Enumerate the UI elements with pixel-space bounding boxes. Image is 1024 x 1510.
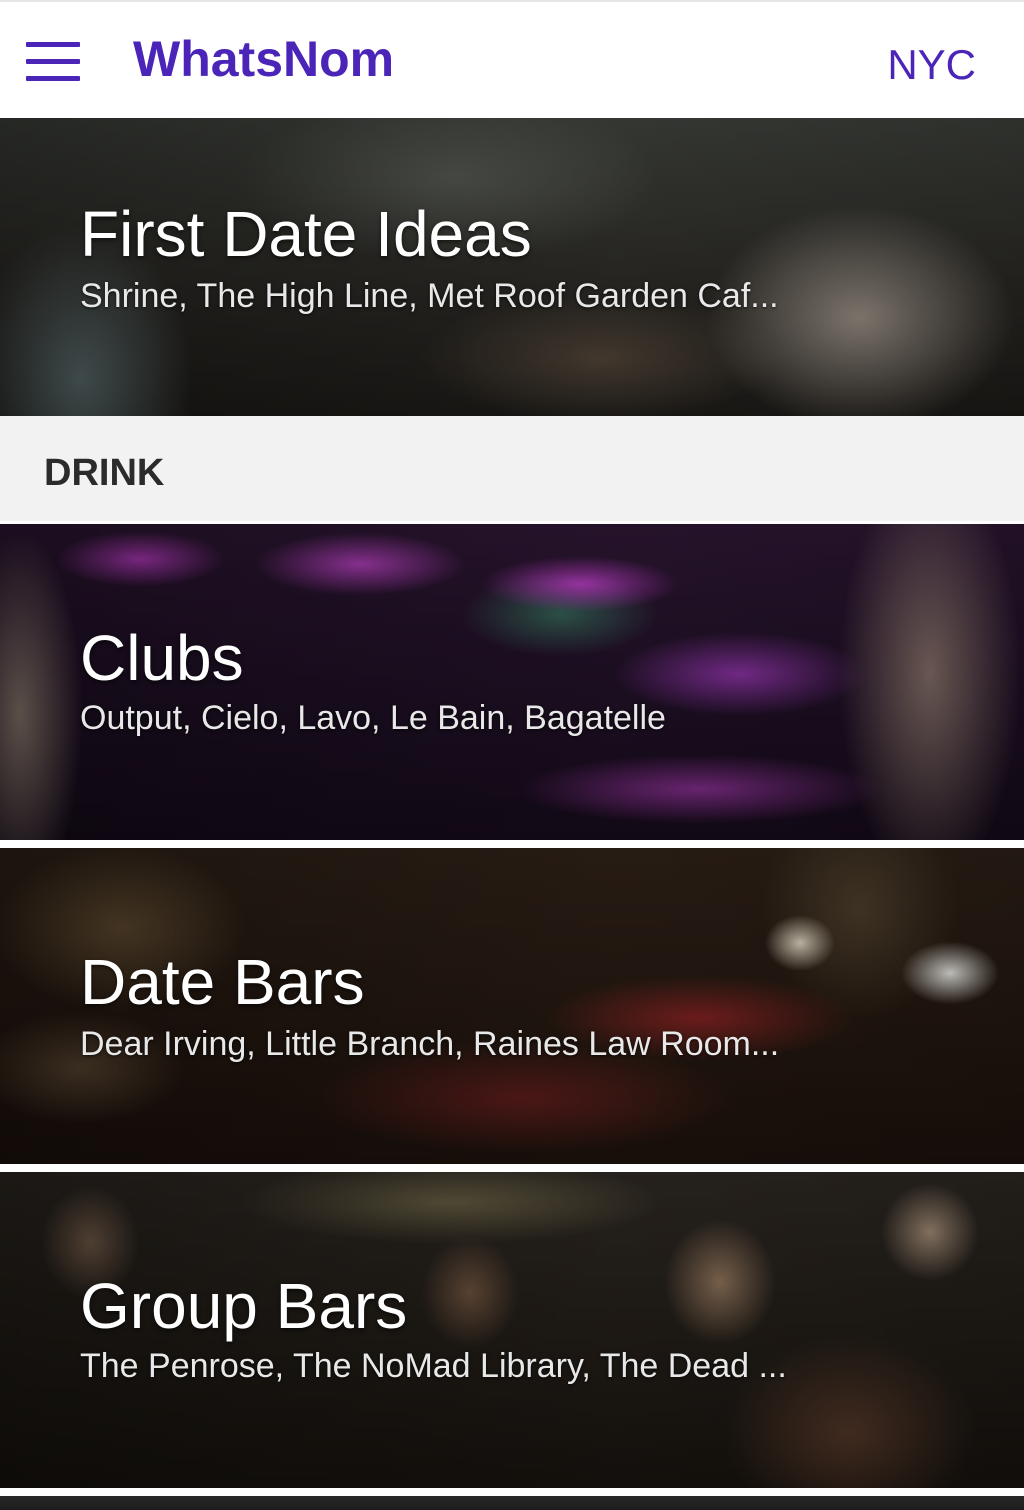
section-header-drink: DRINK: [0, 423, 1024, 521]
card-title: First Date Ideas: [80, 198, 532, 270]
card-title: Group Bars: [80, 1270, 408, 1342]
city-selector[interactable]: NYC: [887, 40, 976, 90]
divider: [0, 1164, 1024, 1172]
divider: [0, 416, 1024, 423]
section-label: DRINK: [44, 452, 165, 494]
card-title: Clubs: [80, 622, 244, 694]
card-title: Date Bars: [80, 946, 365, 1018]
hamburger-menu-icon[interactable]: [14, 22, 92, 100]
card-clubs[interactable]: Clubs Output, Cielo, Lavo, Le Bain, Baga…: [0, 524, 1024, 840]
app-bar: WhatsNom NYC: [0, 0, 1024, 118]
card-subtitle: Output, Cielo, Lavo, Le Bain, Bagatelle: [80, 699, 666, 737]
card-group-bars[interactable]: Group Bars The Penrose, The NoMad Librar…: [0, 1172, 1024, 1488]
app-title: WhatsNom: [133, 31, 395, 87]
card-subtitle: The Penrose, The NoMad Library, The Dead…: [80, 1347, 787, 1385]
card-date-bars[interactable]: Date Bars Dear Irving, Little Branch, Ra…: [0, 848, 1024, 1164]
divider: [0, 1488, 1024, 1496]
card-subtitle: Shrine, The High Line, Met Roof Garden C…: [80, 277, 779, 315]
next-card-peek[interactable]: [0, 1496, 1024, 1510]
divider: [0, 840, 1024, 848]
card-subtitle: Dear Irving, Little Branch, Raines Law R…: [80, 1025, 780, 1063]
card-first-date-ideas[interactable]: First Date Ideas Shrine, The High Line, …: [0, 118, 1024, 416]
